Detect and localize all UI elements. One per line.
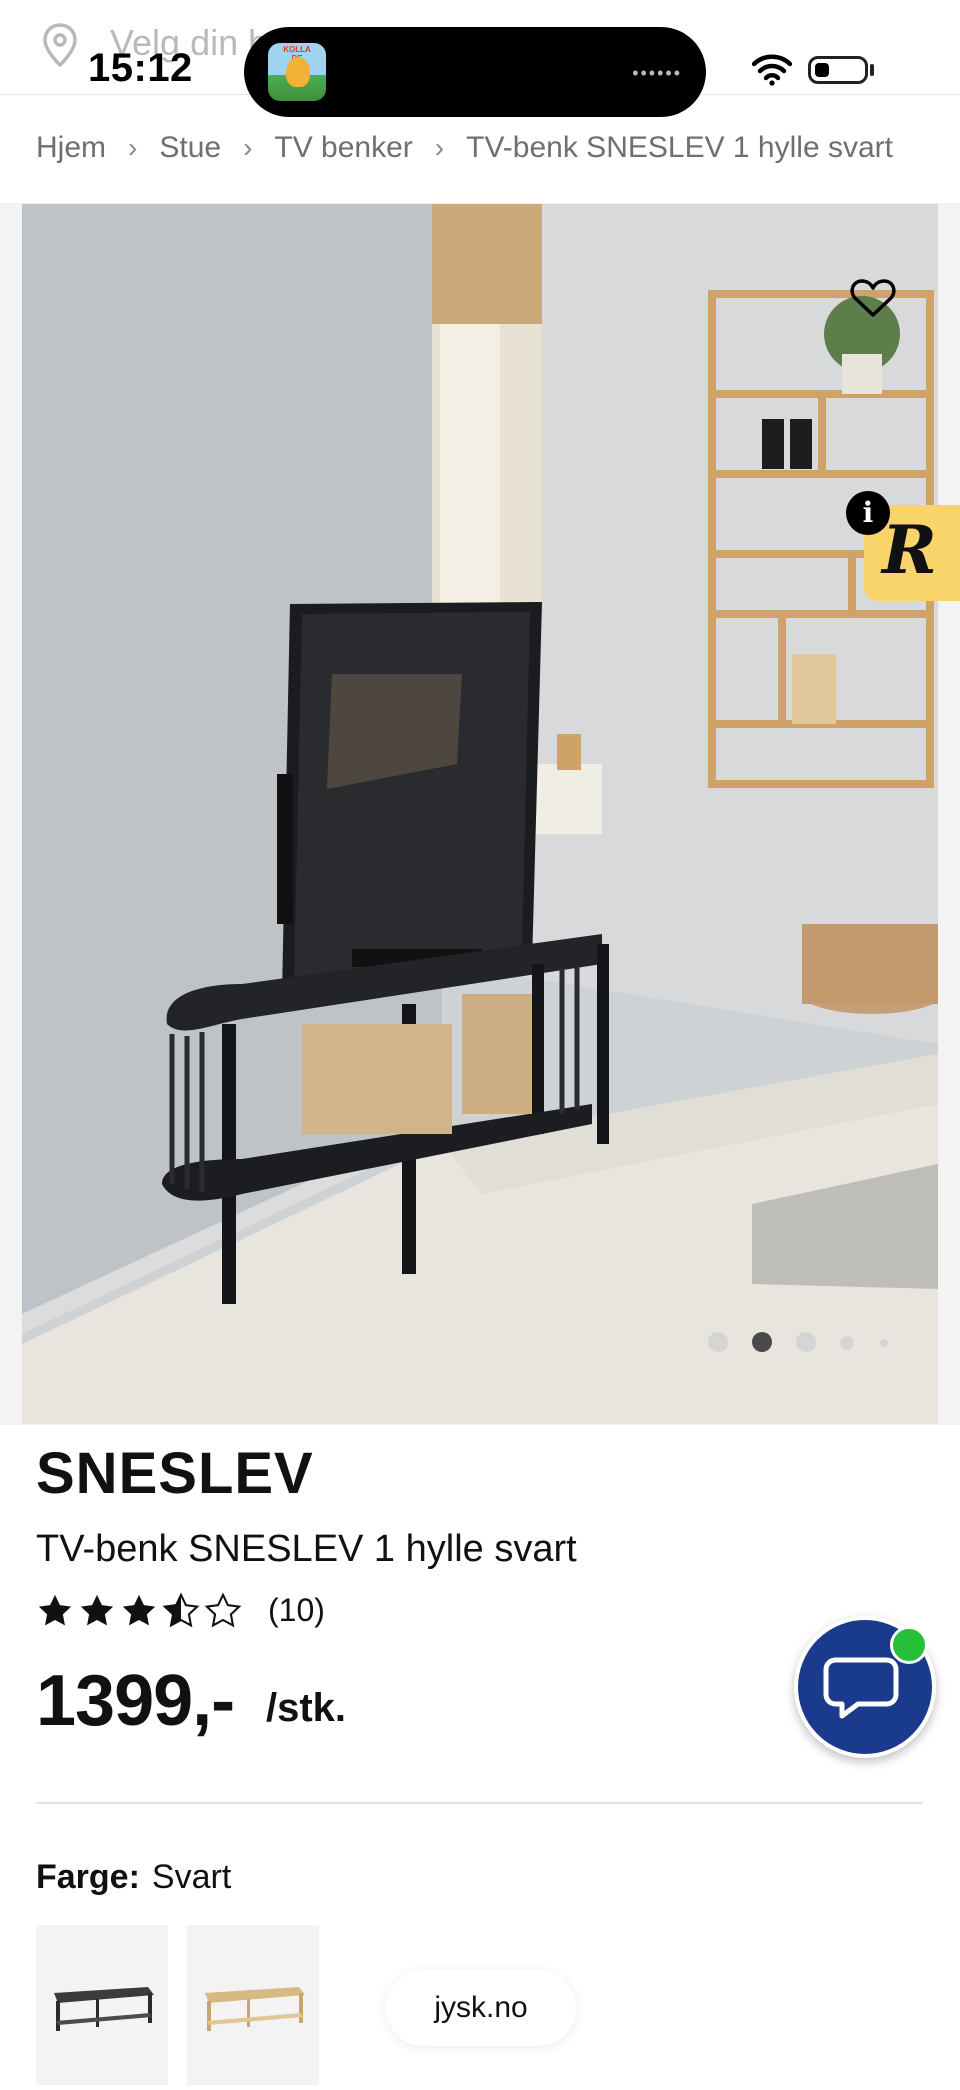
r-logo-icon: R	[882, 511, 937, 589]
breadcrumb-current[interactable]: TV-benk SNESLEV 1 hylle svart	[466, 131, 893, 165]
dynamic-island: KOLLADEKIDS ••••••	[244, 27, 706, 117]
status-time: 15:12	[88, 46, 193, 90]
gallery-pagination	[704, 1330, 894, 1354]
breadcrumb-stue[interactable]: Stue	[159, 131, 221, 165]
product-image[interactable]	[22, 204, 938, 1424]
gallery-dot[interactable]	[796, 1332, 816, 1352]
gallery-dot[interactable]	[708, 1332, 728, 1352]
product-photo-illustration	[22, 204, 938, 1424]
gallery-dot[interactable]	[840, 1336, 854, 1350]
battery-icon	[808, 56, 868, 84]
review-count[interactable]: (10)	[268, 1592, 325, 1629]
wifi-icon	[752, 54, 792, 86]
breadcrumb-tv-benker[interactable]: TV benker	[274, 131, 412, 165]
rating-stars[interactable]	[36, 1592, 246, 1630]
divider	[36, 1802, 922, 1804]
gallery-dot[interactable]	[880, 1339, 888, 1347]
color-swatch-black[interactable]	[36, 1925, 168, 2085]
battery-cap	[870, 64, 874, 76]
star-half-icon	[162, 1592, 200, 1628]
product-name: TV-benk SNESLEV 1 hylle svart	[36, 1528, 577, 1570]
breadcrumb-home[interactable]: Hjem	[36, 131, 106, 165]
star-full-icon	[38, 1594, 72, 1626]
product-brand: SNESLEV	[36, 1441, 314, 1506]
tv-bench-wood-thumbnail	[205, 1987, 305, 2031]
color-swatch-wood[interactable]	[187, 1925, 319, 2085]
url-pill[interactable]: jysk.no	[386, 1970, 576, 2046]
info-icon[interactable]: i	[846, 491, 890, 535]
color-selector-label: Farge: Svart	[36, 1858, 231, 1897]
breadcrumb-separator: ›	[243, 132, 253, 163]
favorite-heart-icon[interactable]	[850, 278, 896, 318]
star-full-icon	[122, 1594, 156, 1626]
color-label: Farge:	[36, 1858, 140, 1896]
live-activity-app-icon: KOLLADEKIDS	[268, 43, 326, 101]
breadcrumb-separator: ›	[434, 132, 445, 163]
star-empty-icon	[204, 1592, 242, 1628]
gallery-dot-active[interactable]	[752, 1332, 772, 1352]
island-dots: ••••••	[632, 63, 682, 83]
location-pin-icon[interactable]	[40, 22, 80, 68]
breadcrumb: Hjem › Stue › TV benker › TV-benk SNESLE…	[36, 128, 893, 168]
online-indicator	[890, 1626, 928, 1664]
price-unit: /stk.	[266, 1686, 347, 1730]
breadcrumb-separator: ›	[128, 132, 138, 163]
product-price: 1399,-	[36, 1661, 235, 1741]
tv-bench-black-thumbnail	[54, 1987, 154, 2031]
star-full-icon	[80, 1594, 114, 1626]
color-value: Svart	[151, 1858, 232, 1896]
